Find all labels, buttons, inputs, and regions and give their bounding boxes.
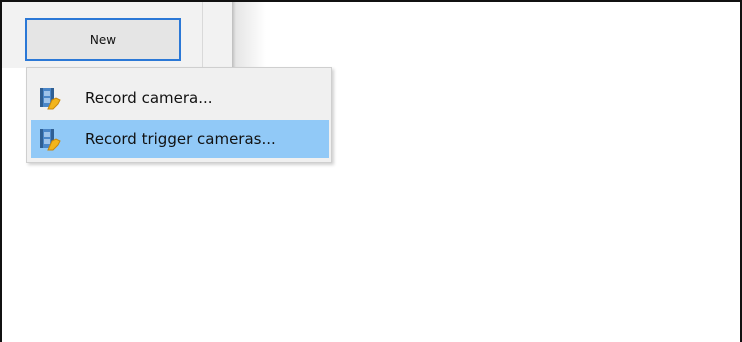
toolbar-divider	[202, 2, 203, 68]
new-button[interactable]: New	[25, 18, 181, 61]
panel-edge-shadow	[232, 2, 266, 68]
menu-item-record-camera[interactable]: Record camera...	[31, 79, 329, 117]
menu-item-record-trigger-cameras[interactable]: Record trigger cameras...	[31, 120, 329, 158]
record-trigger-icon	[40, 129, 61, 151]
new-dropdown-menu: Record camera... Record trigger cameras.…	[26, 67, 332, 163]
record-camera-icon	[40, 88, 61, 110]
menu-item-label: Record camera...	[85, 89, 213, 107]
menu-item-label: Record trigger cameras...	[85, 130, 276, 148]
